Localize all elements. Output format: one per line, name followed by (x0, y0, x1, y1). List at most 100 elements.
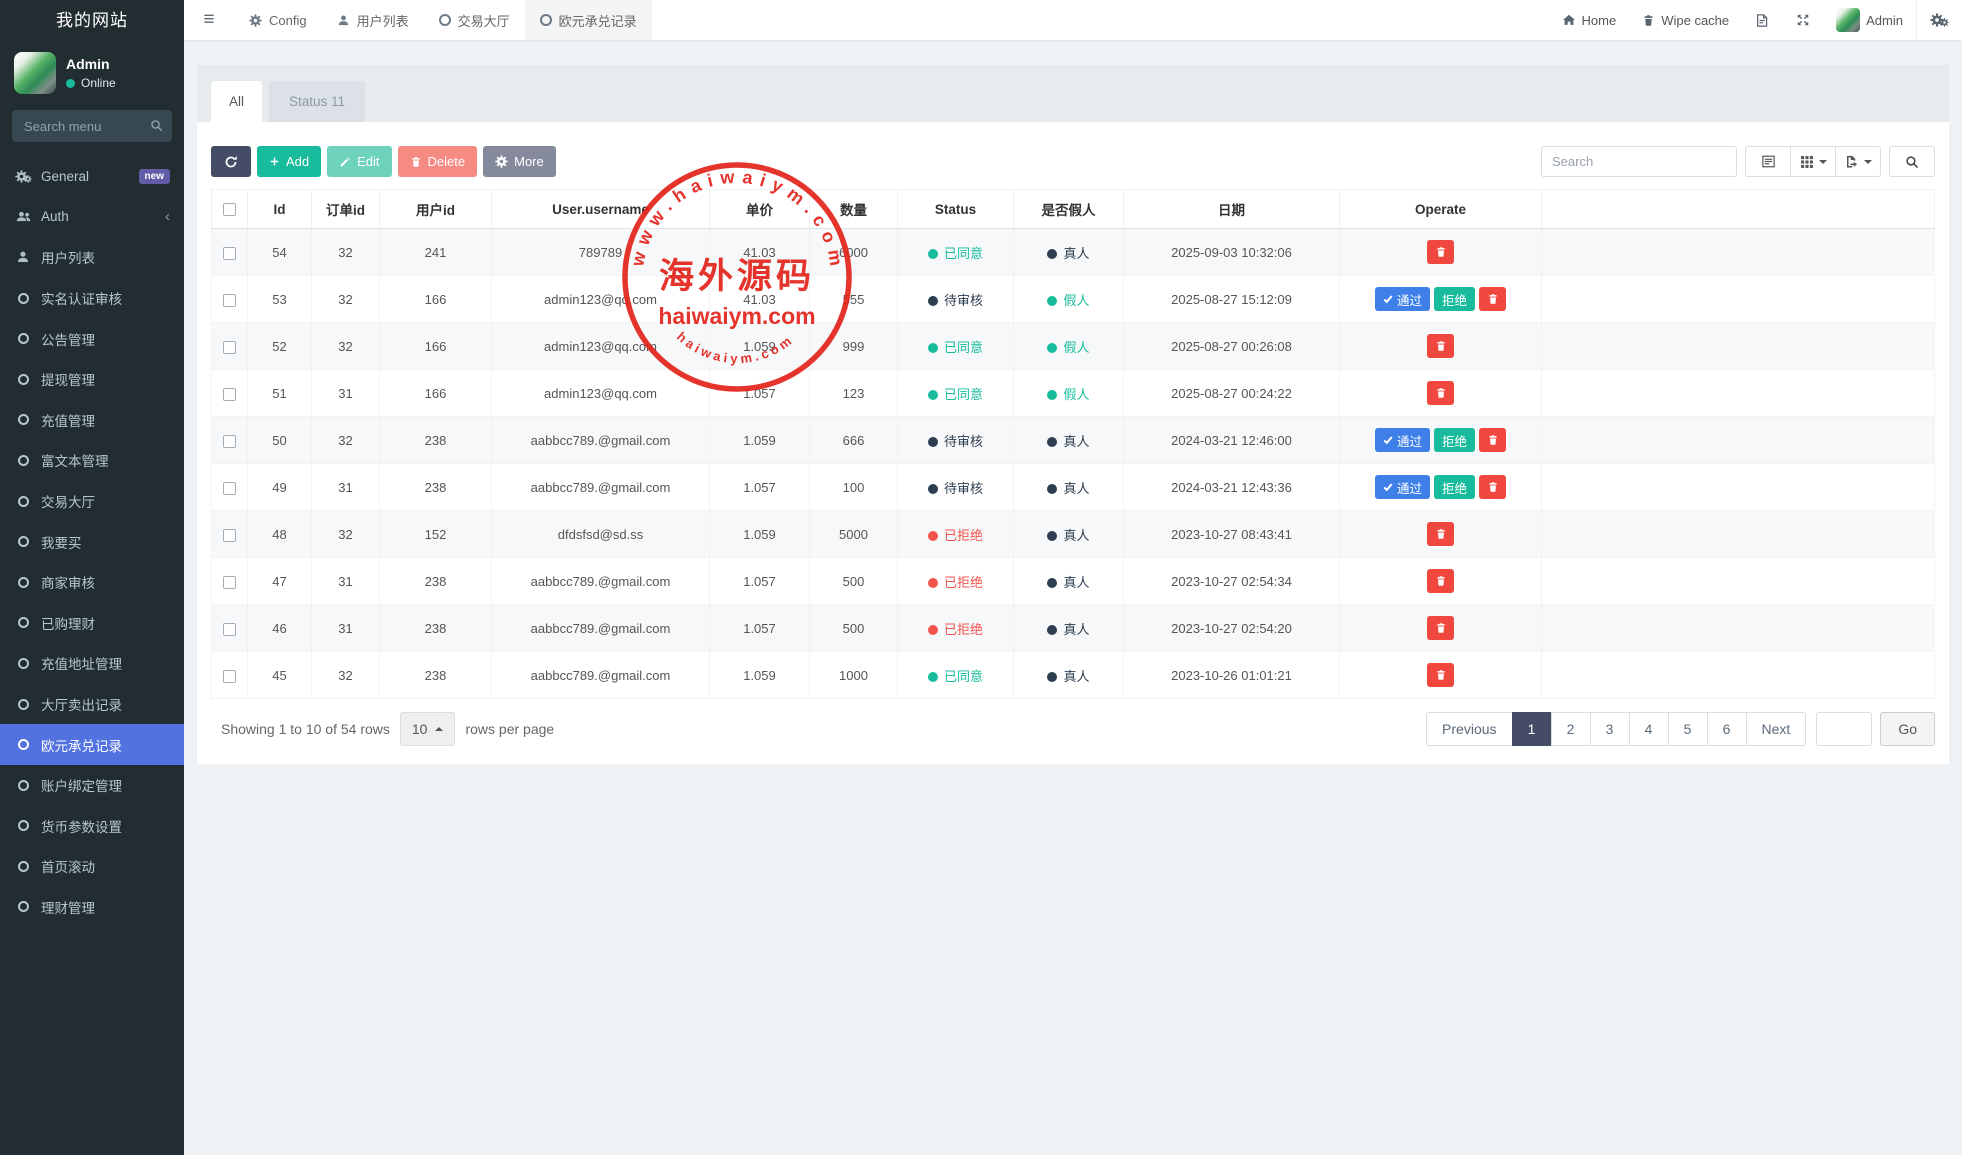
column-header[interactable]: 用户id (380, 190, 492, 229)
go-button[interactable]: Go (1880, 712, 1935, 746)
row-delete-button[interactable] (1479, 287, 1506, 311)
filter-tab[interactable]: Status 11 (269, 81, 365, 122)
sidebar-item[interactable]: 已购理财 (0, 603, 184, 644)
row-delete-button[interactable] (1427, 334, 1454, 358)
row-checkbox[interactable] (223, 247, 236, 260)
settings-button[interactable] (1916, 0, 1962, 40)
column-header[interactable]: Id (248, 190, 312, 229)
edit-button[interactable]: Edit (327, 146, 391, 177)
approve-button[interactable]: 通过 (1375, 475, 1430, 499)
reject-button[interactable]: 拒绝 (1434, 428, 1475, 452)
row-checkbox[interactable] (223, 294, 236, 307)
columns-button[interactable] (1790, 146, 1836, 177)
hamburger-menu-icon[interactable]: ≡ (184, 0, 234, 40)
table-row[interactable]: 50 32 238 aabbcc789.@gmail.com 1.059 666… (212, 417, 1935, 464)
row-delete-button[interactable] (1427, 616, 1454, 640)
topbar-tab[interactable]: Config (234, 0, 322, 40)
row-checkbox[interactable] (223, 435, 236, 448)
sidebar-item[interactable]: Auth‹ (0, 197, 184, 238)
sidebar-item[interactable]: 富文本管理 (0, 440, 184, 481)
page-number-button[interactable]: 1 (1512, 712, 1552, 746)
row-checkbox[interactable] (223, 623, 236, 636)
page-number-button[interactable]: 2 (1551, 712, 1591, 746)
column-header[interactable]: Operate (1340, 190, 1542, 229)
sidebar-item[interactable]: 欧元承兑记录 (0, 724, 184, 765)
sidebar-item[interactable]: Generalnew (0, 156, 184, 197)
reject-button[interactable]: 拒绝 (1434, 287, 1475, 311)
sidebar-item[interactable]: 货币参数设置 (0, 806, 184, 847)
sidebar-search-input[interactable] (12, 110, 172, 142)
fullscreen-button[interactable] (1783, 0, 1823, 40)
page-jump-input[interactable] (1816, 712, 1872, 746)
filter-tab[interactable]: All (211, 81, 262, 122)
row-checkbox[interactable] (223, 576, 236, 589)
table-row[interactable]: 45 32 238 aabbcc789.@gmail.com 1.059 100… (212, 652, 1935, 699)
reject-button[interactable]: 拒绝 (1434, 475, 1475, 499)
row-delete-button[interactable] (1427, 381, 1454, 405)
table-row[interactable]: 46 31 238 aabbcc789.@gmail.com 1.057 500… (212, 605, 1935, 652)
topbar-tab[interactable]: 用户列表 (322, 0, 424, 40)
advanced-search-button[interactable] (1889, 146, 1935, 177)
column-header[interactable]: 日期 (1124, 190, 1340, 229)
sidebar-item[interactable]: 用户列表 (0, 237, 184, 278)
sidebar-item[interactable]: 商家审核 (0, 562, 184, 603)
table-row[interactable]: 49 31 238 aabbcc789.@gmail.com 1.057 100… (212, 464, 1935, 511)
row-delete-button[interactable] (1427, 663, 1454, 687)
page-size-dropdown[interactable]: 10 (400, 712, 456, 746)
sidebar-item[interactable]: 账户绑定管理 (0, 765, 184, 806)
row-checkbox[interactable] (223, 388, 236, 401)
sidebar-item[interactable]: 大厅卖出记录 (0, 684, 184, 725)
page-number-button[interactable]: 4 (1629, 712, 1669, 746)
delete-button[interactable]: Delete (398, 146, 478, 177)
table-row[interactable]: 47 31 238 aabbcc789.@gmail.com 1.057 500… (212, 558, 1935, 605)
approve-button[interactable]: 通过 (1375, 287, 1430, 311)
more-button[interactable]: More (483, 146, 556, 177)
table-row[interactable]: 51 31 166 admin123@qq.com 1.057 123 已同意 … (212, 370, 1935, 417)
column-header[interactable]: 订单id (312, 190, 380, 229)
row-checkbox[interactable] (223, 482, 236, 495)
column-header[interactable]: Status (898, 190, 1014, 229)
row-checkbox[interactable] (223, 529, 236, 542)
next-page-button[interactable]: Next (1746, 712, 1807, 746)
table-row[interactable]: 53 32 166 admin123@qq.com 41.03 555 待审核 … (212, 276, 1935, 323)
sidebar-item[interactable]: 提现管理 (0, 359, 184, 400)
topbar-tab[interactable]: 交易大厅 (424, 0, 525, 40)
table-row[interactable]: 54 32 241 789789 41.03 6000 已同意 真人 2025-… (212, 229, 1935, 276)
add-button[interactable]: Add (257, 146, 321, 177)
sidebar-item[interactable]: 我要买 (0, 521, 184, 562)
language-button[interactable] (1742, 0, 1783, 40)
home-button[interactable]: Home (1549, 0, 1630, 40)
row-delete-button[interactable] (1427, 569, 1454, 593)
table-row[interactable]: 48 32 152 dfdsfsd@sd.ss 1.059 5000 已拒绝 真… (212, 511, 1935, 558)
row-checkbox[interactable] (223, 341, 236, 354)
page-number-button[interactable]: 3 (1590, 712, 1630, 746)
previous-page-button[interactable]: Previous (1426, 712, 1512, 746)
column-header[interactable]: 单价 (710, 190, 810, 229)
approve-button[interactable]: 通过 (1375, 428, 1430, 452)
refresh-button[interactable] (211, 146, 251, 177)
export-button[interactable] (1835, 146, 1881, 177)
select-all-checkbox[interactable] (223, 203, 236, 216)
row-delete-button[interactable] (1479, 428, 1506, 452)
sidebar-item[interactable]: 充值管理 (0, 400, 184, 441)
table-search-input[interactable] (1541, 146, 1737, 177)
column-header[interactable]: 数量 (810, 190, 898, 229)
sidebar-item[interactable]: 交易大厅 (0, 481, 184, 522)
row-delete-button[interactable] (1427, 240, 1454, 264)
page-number-button[interactable]: 6 (1707, 712, 1747, 746)
topbar-tab[interactable]: 欧元承兑记录 (525, 0, 652, 40)
column-header[interactable]: 是否假人 (1014, 190, 1124, 229)
sidebar-item[interactable]: 理财管理 (0, 887, 184, 928)
sidebar-item[interactable]: 公告管理 (0, 318, 184, 359)
page-number-button[interactable]: 5 (1668, 712, 1708, 746)
sidebar-item[interactable]: 充值地址管理 (0, 643, 184, 684)
sidebar-item[interactable]: 首页滚动 (0, 846, 184, 887)
admin-menu[interactable]: Admin (1823, 0, 1916, 40)
row-delete-button[interactable] (1479, 475, 1506, 499)
wipe-cache-button[interactable]: Wipe cache (1629, 0, 1742, 40)
detail-view-button[interactable] (1745, 146, 1791, 177)
column-header[interactable]: User.username (492, 190, 710, 229)
row-delete-button[interactable] (1427, 522, 1454, 546)
sidebar-item[interactable]: 实名认证审核 (0, 278, 184, 319)
table-row[interactable]: 52 32 166 admin123@qq.com 1.059 999 已同意 … (212, 323, 1935, 370)
